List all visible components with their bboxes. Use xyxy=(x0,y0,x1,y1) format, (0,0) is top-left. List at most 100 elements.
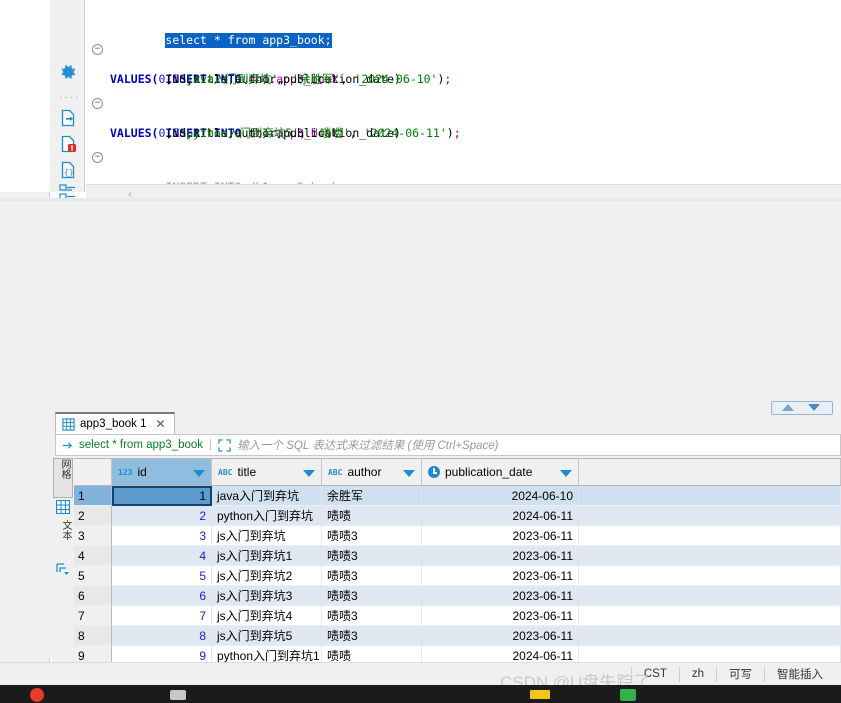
cell-author[interactable]: 啧啧3 xyxy=(322,526,422,546)
cell-filler[interactable] xyxy=(579,546,841,566)
cell-publication-date[interactable]: 2023-06-11 xyxy=(422,606,579,626)
code-values-kw: VALUES( xyxy=(110,126,159,140)
taskbar-icon-red[interactable] xyxy=(30,688,44,702)
status-bar: CST zh 可写 智能插入 xyxy=(0,662,841,685)
row-number-cell[interactable]: 7 xyxy=(74,606,112,626)
table-row[interactable]: 5 5 js入门到弃坑2 啧啧3 2023-06-11 xyxy=(74,566,841,586)
table-row[interactable]: 1 1 java入门到弃坑 余胜军 2024-06-10 xyxy=(74,486,841,506)
code-blank xyxy=(86,33,841,42)
cell-title[interactable]: java入门到弃坑 xyxy=(212,486,322,506)
row-number-cell[interactable]: 2 xyxy=(74,506,112,526)
header-corner xyxy=(74,459,112,485)
cell-filler[interactable] xyxy=(579,566,841,586)
taskbar-icon-yellow[interactable] xyxy=(530,690,550,699)
close-icon[interactable]: ✕ xyxy=(156,417,166,431)
cell-publication-date[interactable]: 2024-06-11 xyxy=(422,506,579,526)
column-header-label: title xyxy=(237,465,257,479)
chevron-down-icon[interactable] xyxy=(403,470,415,477)
cell-filler[interactable] xyxy=(579,486,841,506)
cell-id[interactable]: 3 xyxy=(112,526,212,546)
cell-publication-date[interactable]: 2024-06-10 xyxy=(422,486,579,506)
table-row[interactable]: 7 7 js入门到弃坑4 啧啧3 2023-06-11 xyxy=(74,606,841,626)
chevron-down-icon[interactable] xyxy=(193,470,205,477)
cell-publication-date[interactable]: 2023-06-11 xyxy=(422,566,579,586)
column-header-publication-date[interactable]: publication_date xyxy=(422,459,579,485)
taskbar xyxy=(0,685,841,703)
taskbar-icon-green[interactable] xyxy=(620,689,636,701)
panel-minimize-down-icon[interactable] xyxy=(808,404,820,411)
table-row[interactable]: 3 3 js入门到弃坑 啧啧3 2023-06-11 xyxy=(74,526,841,546)
column-header-id[interactable]: 123 id xyxy=(112,459,212,485)
cell-title[interactable]: python入门到弃坑 xyxy=(212,506,322,526)
cell-id[interactable]: 6 xyxy=(112,586,212,606)
sql-editor-area: ···· {} select * from app3_book; − INSER… xyxy=(0,0,841,201)
cell-author[interactable]: 啧啧 xyxy=(322,506,422,526)
column-header-title[interactable]: ABC title xyxy=(212,459,322,485)
numeric-type-icon: 123 xyxy=(118,467,133,477)
cell-id[interactable]: 4 xyxy=(112,546,212,566)
fold-marker-icon[interactable]: − xyxy=(92,98,103,109)
row-number-cell[interactable]: 6 xyxy=(74,586,112,606)
record-view-icon[interactable] xyxy=(56,562,70,576)
fold-marker-icon[interactable]: − xyxy=(92,152,103,163)
cell-publication-date[interactable]: 2023-06-11 xyxy=(422,546,579,566)
table-row[interactable]: 4 4 js入门到弃坑1 啧啧3 2023-06-11 xyxy=(74,546,841,566)
grid-icon xyxy=(62,417,75,431)
vtab-text[interactable]: 文本 xyxy=(53,520,73,558)
row-number-cell[interactable]: 8 xyxy=(74,626,112,646)
cell-id[interactable]: 5 xyxy=(112,566,212,586)
gear-icon[interactable] xyxy=(58,62,78,82)
cell-author[interactable]: 啧啧3 xyxy=(322,606,422,626)
export-script-icon[interactable] xyxy=(58,108,78,128)
taskbar-icon-silver[interactable] xyxy=(170,690,186,700)
column-header-author[interactable]: ABC author xyxy=(322,459,422,485)
grid-view-icon[interactable] xyxy=(56,500,70,514)
cell-filler[interactable] xyxy=(579,526,841,546)
row-number-cell[interactable]: 4 xyxy=(74,546,112,566)
tab-app3-book-1[interactable]: app3_book 1 ✕ xyxy=(55,412,175,434)
panel-restore-up-icon[interactable] xyxy=(782,404,794,411)
code-line-selected: select * from app3_book; xyxy=(86,18,841,48)
cell-author[interactable]: 啧啧3 xyxy=(322,626,422,646)
vtab-grid[interactable]: 网格 xyxy=(53,458,73,498)
cell-filler[interactable] xyxy=(579,586,841,606)
row-number-cell[interactable]: 5 xyxy=(74,566,112,586)
fold-marker-icon[interactable]: − xyxy=(92,44,103,55)
cell-publication-date[interactable]: 2023-06-11 xyxy=(422,586,579,606)
cell-title[interactable]: js入门到弃坑2 xyxy=(212,566,322,586)
cell-title[interactable]: js入门到弃坑1 xyxy=(212,546,322,566)
cell-publication-date[interactable]: 2023-06-11 xyxy=(422,526,579,546)
cell-title[interactable]: js入门到弃坑5 xyxy=(212,626,322,646)
cell-publication-date[interactable]: 2023-06-11 xyxy=(422,626,579,646)
cell-filler[interactable] xyxy=(579,626,841,646)
result-filter-bar[interactable]: select * from app3_book | 输入一个 SQL 表达式来过… xyxy=(55,434,841,456)
table-row[interactable]: 8 8 js入门到弃坑5 啧啧3 2023-06-11 xyxy=(74,626,841,646)
table-row[interactable]: 2 2 python入门到弃坑 啧啧 2024-06-11 xyxy=(74,506,841,526)
cell-title[interactable]: js入门到弃坑 xyxy=(212,526,322,546)
cell-title[interactable]: js入门到弃坑3 xyxy=(212,586,322,606)
cell-author[interactable]: 啧啧3 xyxy=(322,586,422,606)
script-error-icon[interactable] xyxy=(58,134,78,154)
table-row[interactable]: 6 6 js入门到弃坑3 啧啧3 2023-06-11 xyxy=(74,586,841,606)
cell-id[interactable]: 1 xyxy=(112,486,212,506)
cell-author[interactable]: 余胜军 xyxy=(322,486,422,506)
status-language: zh xyxy=(678,666,716,682)
sql-code-pane[interactable]: select * from app3_book; − INSERT INTO d… xyxy=(86,0,841,192)
svg-text:{}: {} xyxy=(64,169,74,178)
chevron-down-icon[interactable] xyxy=(560,470,572,477)
cell-author[interactable]: 啧啧3 xyxy=(322,566,422,586)
chevron-down-icon[interactable] xyxy=(303,470,315,477)
cell-author[interactable]: 啧啧3 xyxy=(322,546,422,566)
cell-id[interactable]: 2 xyxy=(112,506,212,526)
cell-title[interactable]: js入门到弃坑4 xyxy=(212,606,322,626)
expand-icon[interactable] xyxy=(218,438,231,452)
cell-filler[interactable] xyxy=(579,606,841,626)
row-number-cell[interactable]: 3 xyxy=(74,526,112,546)
cell-id[interactable]: 8 xyxy=(112,626,212,646)
cell-filler[interactable] xyxy=(579,506,841,526)
row-number-cell[interactable]: 1 xyxy=(74,486,112,506)
cell-id[interactable]: 7 xyxy=(112,606,212,626)
filter-input-placeholder[interactable]: 输入一个 SQL 表达式来过滤结果 (使用 Ctrl+Space) xyxy=(237,437,498,453)
grid-header-row: 123 id ABC title ABC author publication_… xyxy=(74,458,841,486)
script-params-icon[interactable]: {} xyxy=(58,160,78,180)
